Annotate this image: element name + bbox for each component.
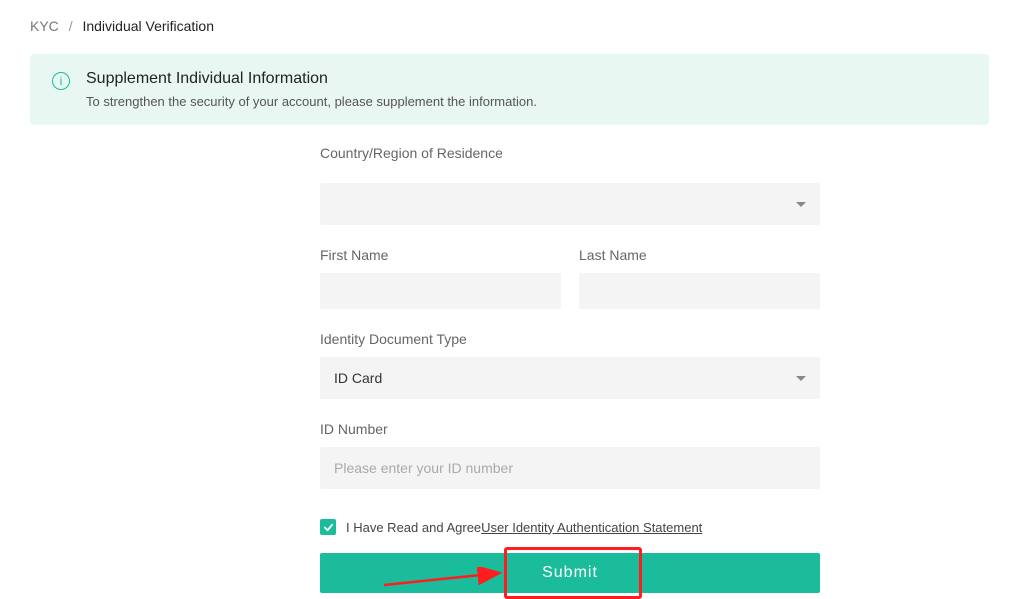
submit-label: Submit — [542, 564, 598, 582]
last-name-label: Last Name — [579, 247, 820, 263]
agree-link[interactable]: User Identity Authentication Statement — [481, 520, 702, 535]
info-icon: i — [52, 72, 70, 90]
breadcrumb-separator: / — [69, 18, 73, 34]
doc-type-select[interactable]: ID Card — [320, 357, 820, 399]
info-icon-glyph: i — [60, 74, 63, 88]
name-row: First Name Last Name — [320, 247, 820, 309]
country-select[interactable] — [320, 183, 820, 225]
chevron-down-icon — [796, 202, 806, 207]
first-name-block: First Name — [320, 247, 561, 309]
breadcrumb: KYC / Individual Verification — [0, 0, 1019, 46]
id-number-block: ID Number — [320, 421, 820, 489]
agree-text: I Have Read and Agree — [346, 520, 481, 535]
id-number-input[interactable] — [320, 447, 820, 489]
first-name-input[interactable] — [320, 273, 561, 309]
country-label: Country/Region of Residence — [320, 145, 820, 161]
info-content: Supplement Individual Information To str… — [86, 70, 537, 109]
submit-button[interactable]: Submit — [320, 553, 820, 593]
last-name-block: Last Name — [579, 247, 820, 309]
info-desc: To strengthen the security of your accou… — [86, 94, 537, 109]
check-icon — [323, 522, 334, 533]
first-name-label: First Name — [320, 247, 561, 263]
info-banner: i Supplement Individual Information To s… — [30, 54, 989, 125]
doc-type-label: Identity Document Type — [320, 331, 820, 347]
kyc-form: Country/Region of Residence First Name L… — [320, 145, 820, 593]
country-block: Country/Region of Residence — [320, 145, 820, 225]
agree-checkbox[interactable] — [320, 519, 336, 535]
info-title: Supplement Individual Information — [86, 70, 537, 88]
breadcrumb-root[interactable]: KYC — [30, 18, 59, 34]
chevron-down-icon — [796, 376, 806, 381]
agree-row: I Have Read and Agree User Identity Auth… — [320, 519, 820, 535]
id-number-label: ID Number — [320, 421, 820, 437]
last-name-input[interactable] — [579, 273, 820, 309]
breadcrumb-current: Individual Verification — [82, 18, 214, 34]
submit-wrap: Submit — [320, 553, 820, 593]
doc-type-block: Identity Document Type ID Card — [320, 331, 820, 399]
doc-type-value: ID Card — [334, 370, 382, 386]
